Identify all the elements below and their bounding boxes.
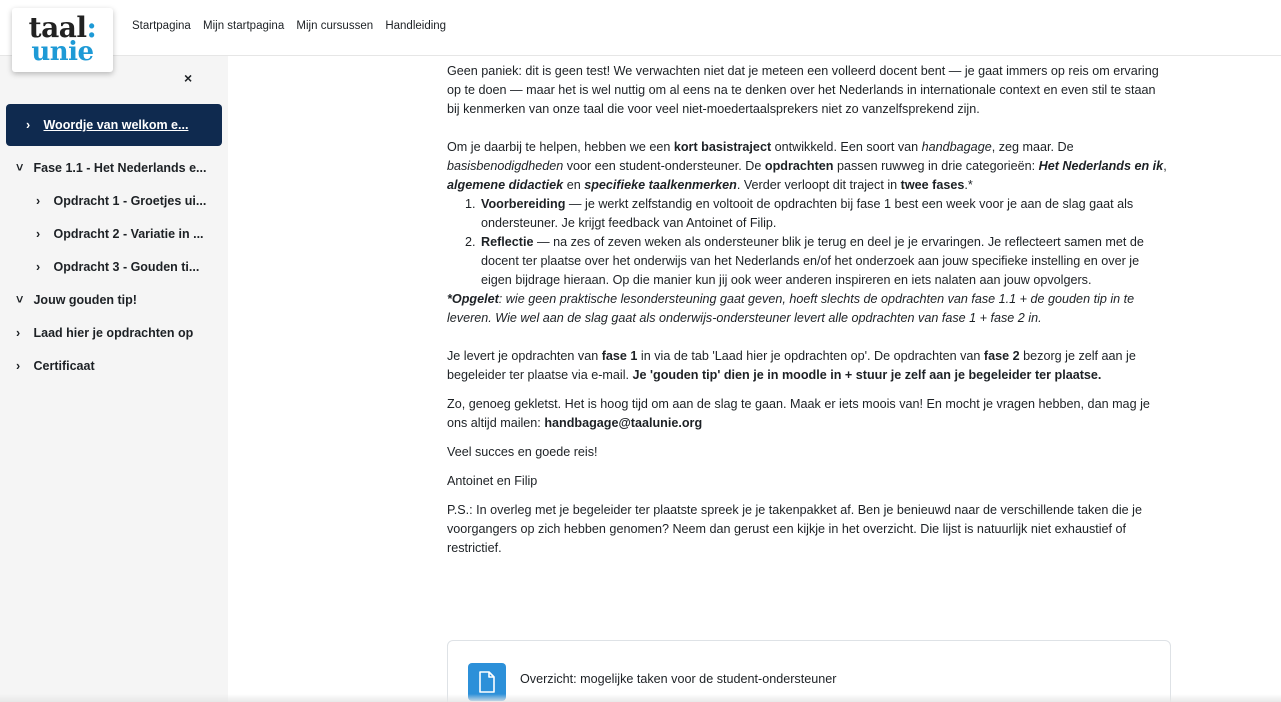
resource-activity-title[interactable]: Overzicht: mogelijke taken voor de stude… [520, 672, 836, 686]
chevron-right-icon: › [36, 194, 41, 208]
chevron-right-icon: › [36, 260, 41, 274]
course-activity-opdracht-1[interactable]: › Opdracht 1 - Groetjes ui... [6, 185, 222, 218]
course-section-label: Fase 1.1 - Het Nederlands e... [33, 161, 207, 175]
course-section-certificaat[interactable]: › Certificaat [6, 350, 222, 383]
course-index-drawer: × › Woordje van welkom e... ˅ Fase 1.1 -… [0, 56, 228, 702]
site-logo[interactable]: taal: unie [12, 8, 113, 72]
course-activity-label: Opdracht 3 - Gouden ti... [53, 260, 200, 274]
resource-activity-card[interactable]: Overzicht: mogelijke taken voor de stude… [447, 640, 1171, 702]
logo-text-bottom: unie [31, 37, 94, 67]
paragraph-basistraject: Om je daarbij te helpen, hebben we een k… [447, 140, 1167, 192]
nav-link-mijn-cursussen[interactable]: Mijn cursussen [296, 20, 373, 32]
paragraph-inleveren: Je levert je opdrachten van fase 1 in vi… [447, 349, 1136, 382]
course-section-label: Certificaat [33, 359, 95, 373]
page-bottom-edge [0, 694, 1281, 702]
phases-list: Voorbereiding — je werkt zelfstandig en … [479, 195, 1169, 290]
paragraph-contact: Zo, genoeg gekletst. Het is hoog tijd om… [447, 397, 1150, 430]
paragraph-intro: Geen paniek: dit is geen test! We verwac… [447, 64, 1159, 116]
chevron-right-icon: › [16, 326, 21, 340]
right-gutter [1191, 56, 1281, 702]
chevron-down-icon: ˅ [16, 293, 24, 307]
nav-link-mijn-startpagina[interactable]: Mijn startpagina [203, 20, 284, 32]
course-section-laad-opdrachten[interactable]: › Laad hier je opdrachten op [6, 317, 222, 350]
chevron-right-icon: › [16, 359, 21, 373]
nav-link-handleiding[interactable]: Handleiding [385, 20, 446, 32]
paragraph-succes: Veel succes en goede reis! [447, 445, 598, 459]
list-item: Voorbereiding — je werkt zelfstandig en … [479, 195, 1169, 233]
course-section-label: Laad hier je opdrachten op [33, 326, 194, 340]
course-section-label: Jouw gouden tip! [33, 293, 137, 307]
section-summary-text: Geen paniek: dit is geen test! We verwac… [447, 62, 1169, 568]
primary-navigation: Startpagina Mijn startpagina Mijn cursus… [132, 20, 455, 32]
top-navbar: Startpagina Mijn startpagina Mijn cursus… [0, 0, 1281, 56]
course-activity-label: Opdracht 2 - Variatie in ... [53, 227, 204, 241]
paragraph-opgelet: *Opgelet: wie geen praktische lesonderst… [447, 292, 1135, 325]
chevron-right-icon: › [36, 227, 41, 241]
list-item: Reflectie — na zes of zeven weken als on… [479, 233, 1169, 290]
course-section-jouw-gouden-tip[interactable]: ˅ Jouw gouden tip! [6, 284, 222, 317]
course-index: › Woordje van welkom e... ˅ Fase 1.1 - H… [6, 104, 222, 383]
close-drawer-icon[interactable]: × [184, 70, 192, 86]
course-activity-label: Opdracht 1 - Groetjes ui... [53, 194, 207, 208]
course-section-label: Woordje van welkom e... [43, 118, 189, 132]
course-section-woordje-van-welkom[interactable]: › Woordje van welkom e... [6, 104, 222, 146]
course-section-fase-1-1[interactable]: ˅ Fase 1.1 - Het Nederlands e... [6, 152, 222, 185]
nav-link-startpagina[interactable]: Startpagina [132, 20, 191, 32]
paragraph-signature: Antoinet en Filip [447, 474, 538, 488]
paragraph-ps: P.S.: In overleg met je begeleider ter p… [447, 503, 1142, 555]
chevron-down-icon: ˅ [16, 161, 24, 175]
course-activity-opdracht-2[interactable]: › Opdracht 2 - Variatie in ... [6, 218, 222, 251]
contact-email[interactable]: handbagage@taalunie.org [544, 416, 702, 430]
chevron-right-icon: › [26, 118, 31, 132]
course-activity-opdracht-3[interactable]: › Opdracht 3 - Gouden ti... [6, 251, 222, 284]
